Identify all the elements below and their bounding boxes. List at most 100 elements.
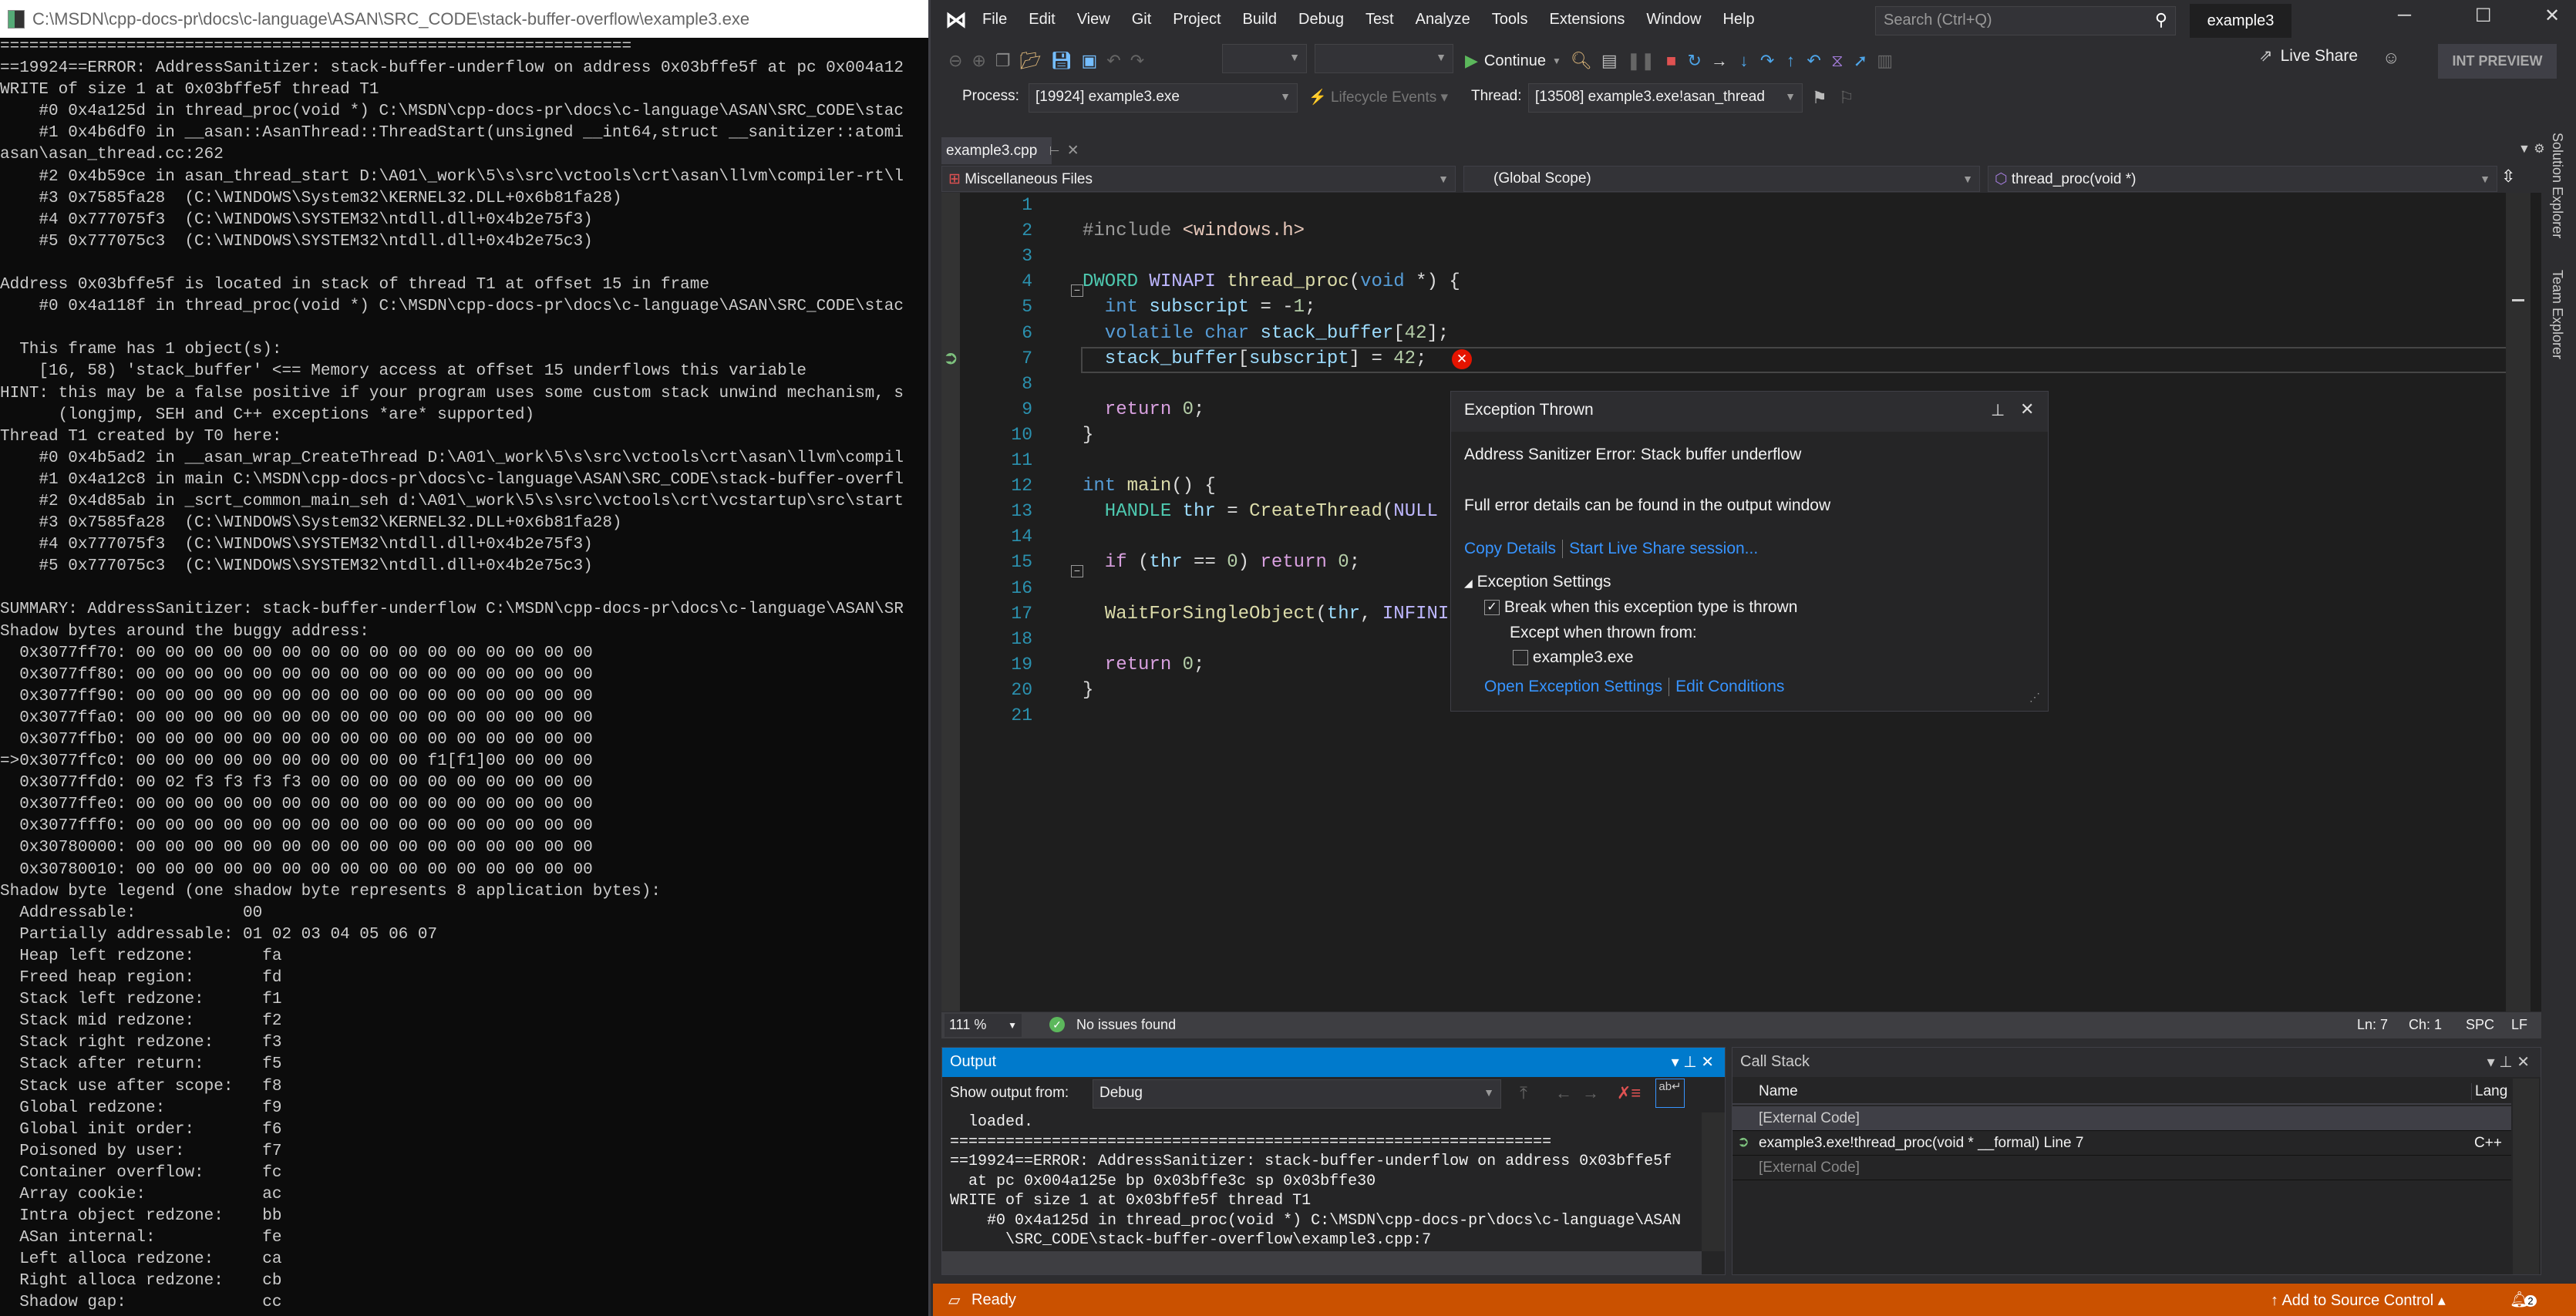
- whitespace-indicator[interactable]: SPC: [2466, 1017, 2494, 1033]
- output-horizontal-scrollbar[interactable]: [942, 1251, 1702, 1274]
- add-to-source-control-button[interactable]: ↑ Add to Source Control ▴: [2271, 1291, 2446, 1310]
- column-indicator[interactable]: Ch: 1: [2409, 1017, 2442, 1033]
- code-line[interactable]: volatile char stack_buffer[42];: [1083, 321, 1450, 346]
- code-line[interactable]: }: [1083, 678, 1093, 703]
- menu-edit[interactable]: Edit: [1018, 11, 1066, 29]
- code-editor[interactable]: ➲ 1 2 #include <windows.h> 3 4 DWORD WINAPI t…: [941, 193, 2541, 1011]
- menu-file[interactable]: File: [971, 11, 1018, 29]
- step-over-icon[interactable]: ↷: [1760, 51, 1774, 71]
- search-box[interactable]: Search (Ctrl+Q) ⚲: [1875, 6, 2176, 35]
- module-checkbox[interactable]: [1513, 650, 1528, 666]
- next-message-icon[interactable]: →: [1582, 1083, 1599, 1103]
- issues-status[interactable]: No issues found: [1076, 1017, 1176, 1033]
- int-preview-badge[interactable]: INT PREVIEW: [2438, 44, 2557, 79]
- code-line[interactable]: stack_buffer[subscript] = 42;: [1083, 346, 1427, 372]
- code-line[interactable]: if (thr == 0) return 0;: [1083, 550, 1360, 575]
- pin-icon[interactable]: ⊢: [1049, 145, 1060, 158]
- scope-nav-dropdown[interactable]: (Global Scope) ▼: [1463, 166, 1980, 192]
- goto-location-icon[interactable]: ⤒: [1517, 1083, 1530, 1103]
- side-tab-solution-explorer[interactable]: Solution Explorer: [2549, 133, 2565, 238]
- clear-all-icon[interactable]: ✗≡: [1617, 1083, 1641, 1103]
- window-icon[interactable]: ▤: [1601, 51, 1618, 71]
- minimize-button[interactable]: ─: [2398, 5, 2411, 26]
- code-line[interactable]: #include <windows.h>: [1083, 218, 1305, 244]
- tab-example3-cpp[interactable]: example3.cpp ⊢ ✕: [941, 137, 1079, 164]
- project-nav-dropdown[interactable]: ⊞ Miscellaneous Files ▼: [941, 166, 1456, 192]
- call-stack-row[interactable]: example3.exe!thread_proc(void * __formal…: [1732, 1131, 2511, 1156]
- pin-popup-icon[interactable]: ⊥: [1991, 401, 2005, 420]
- menu-analyze[interactable]: Analyze: [1405, 11, 1481, 29]
- code-line[interactable]: }: [1083, 422, 1093, 448]
- call-stack-header[interactable]: Call Stack ▾ ⊥ ✕: [1732, 1048, 2541, 1077]
- configuration-dropdown[interactable]: ▼: [1222, 44, 1307, 73]
- restart-icon[interactable]: ↻: [1687, 51, 1701, 71]
- console-title-bar[interactable]: C:\MSDN\cpp-docs-pr\docs\c-language\ASAN…: [0, 0, 928, 38]
- close-window-button[interactable]: ✕: [2544, 5, 2560, 27]
- split-window-icon[interactable]: ⇳: [2501, 167, 2515, 187]
- output-header[interactable]: Output ▾ ⊥ ✕: [942, 1048, 1725, 1077]
- flag-threads-icon[interactable]: ⚐: [1839, 88, 1854, 108]
- menu-build[interactable]: Build: [1232, 11, 1288, 29]
- line-ending-indicator[interactable]: LF: [2511, 1017, 2527, 1033]
- step-back-icon[interactable]: ↶: [1807, 51, 1820, 71]
- call-stack-row[interactable]: [External Code]: [1732, 1156, 2511, 1180]
- stop-icon[interactable]: ■: [1664, 51, 1678, 71]
- start-live-share-link[interactable]: Start Live Share session...: [1569, 540, 1758, 557]
- call-stack-row[interactable]: [External Code]: [1732, 1106, 2511, 1131]
- code-line[interactable]: return 0;: [1083, 397, 1205, 422]
- navigate-back-icon[interactable]: ⊖: [948, 51, 962, 71]
- code-line[interactable]: return 0;: [1083, 652, 1205, 678]
- pointer-icon[interactable]: ➚: [1854, 51, 1867, 71]
- menu-project[interactable]: Project: [1162, 11, 1231, 29]
- menu-window[interactable]: Window: [1635, 11, 1712, 29]
- break-checkbox[interactable]: ✓: [1484, 600, 1500, 616]
- module-checkbox-row[interactable]: example3.exe: [1513, 648, 1634, 667]
- close-popup-icon[interactable]: ✕: [2020, 399, 2034, 419]
- feedback-icon[interactable]: ☺: [2382, 48, 2399, 68]
- break-checkbox-row[interactable]: ✓ Break when this exception type is thro…: [1484, 598, 1797, 617]
- zoom-dropdown[interactable]: 111 % ▼: [945, 1014, 1022, 1037]
- code-line[interactable]: int subscript = -1;: [1083, 295, 1316, 320]
- step-out-icon[interactable]: ↑: [1783, 51, 1797, 71]
- lifecycle-events-button[interactable]: ⚡ Lifecycle Events ▾: [1308, 88, 1448, 106]
- code-line[interactable]: int main() {: [1083, 473, 1216, 499]
- tab-overflow-icon[interactable]: ▼ ⚙: [2518, 141, 2545, 157]
- previous-message-icon[interactable]: ←: [1555, 1083, 1572, 1103]
- output-source-dropdown[interactable]: Debug ▼: [1093, 1079, 1501, 1109]
- notifications-bell-icon[interactable]: 🔔︎2: [2510, 1290, 2537, 1309]
- code-line[interactable]: HANDLE thr = CreateThread(NULL: [1083, 499, 1438, 524]
- continue-button[interactable]: ▶ Continue ▼: [1465, 51, 1561, 71]
- side-tab-team-explorer[interactable]: Team Explorer: [2549, 270, 2565, 359]
- save-all-icon[interactable]: ▣: [1081, 51, 1097, 71]
- menu-view[interactable]: View: [1066, 11, 1121, 29]
- call-stack-scrollbar[interactable]: [2513, 1079, 2539, 1274]
- flag-icon[interactable]: ⚑: [1812, 88, 1827, 108]
- resize-grip-icon[interactable]: ⋰: [2029, 691, 2040, 704]
- undo-icon[interactable]: ↶: [1106, 51, 1120, 71]
- menu-test[interactable]: Test: [1355, 11, 1405, 29]
- menu-extensions[interactable]: Extensions: [1538, 11, 1635, 29]
- column-name[interactable]: Name: [1759, 1083, 1798, 1100]
- step-into-icon[interactable]: ↓: [1737, 51, 1751, 71]
- redo-icon[interactable]: ↷: [1130, 51, 1144, 71]
- show-next-statement-icon[interactable]: →: [1711, 51, 1728, 71]
- memory-icon[interactable]: ▥: [1877, 51, 1893, 71]
- code-line[interactable]: WaitForSingleObject(thr, INFINI: [1083, 601, 1450, 627]
- thread-dropdown[interactable]: [13508] example3.exe!asan_thread ▼: [1528, 83, 1803, 113]
- menu-debug[interactable]: Debug: [1288, 11, 1355, 29]
- navigate-forward-icon[interactable]: ⊕: [971, 51, 985, 71]
- code-line[interactable]: DWORD WINAPI thread_proc(void *) {: [1083, 269, 1460, 295]
- menu-tools[interactable]: Tools: [1481, 11, 1539, 29]
- menu-git[interactable]: Git: [1121, 11, 1163, 29]
- new-project-icon[interactable]: ❐: [995, 51, 1011, 71]
- column-lang[interactable]: Lang: [2471, 1083, 2510, 1100]
- panel-controls[interactable]: ▾ ⊥ ✕: [2487, 1052, 2530, 1072]
- collapse-icon[interactable]: −: [1071, 565, 1083, 577]
- word-wrap-toggle-icon[interactable]: ab↵: [1655, 1079, 1685, 1108]
- find-icon[interactable]: 🔍︎: [1571, 51, 1592, 71]
- close-tab-icon[interactable]: ✕: [1067, 143, 1079, 159]
- maximize-button[interactable]: ☐: [2475, 5, 2492, 27]
- platform-dropdown[interactable]: ▼: [1315, 44, 1453, 73]
- process-dropdown[interactable]: [19924] example3.exe ▼: [1029, 83, 1298, 113]
- menu-help[interactable]: Help: [1712, 11, 1765, 29]
